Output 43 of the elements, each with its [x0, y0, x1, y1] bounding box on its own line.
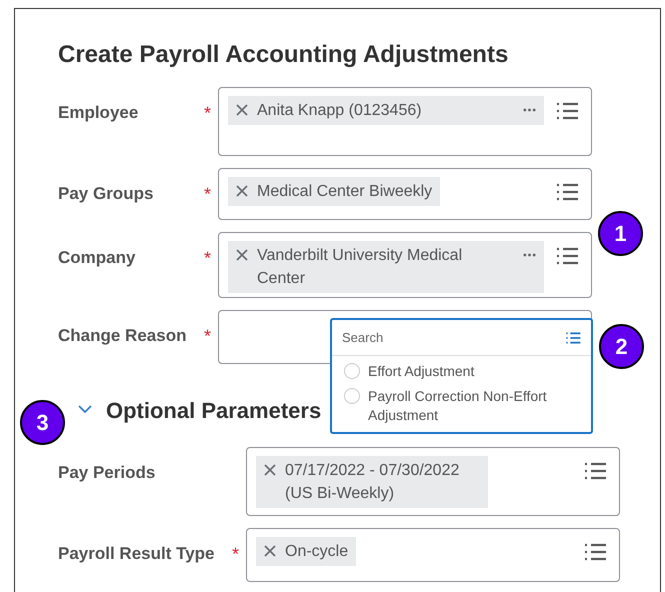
- chip-text: Vanderbilt University Medical Center: [257, 246, 464, 289]
- input-field[interactable]: Vanderbilt University Medical Center: [218, 232, 592, 298]
- field-label: Employee: [58, 102, 138, 124]
- radio-button[interactable]: [344, 388, 360, 404]
- chip-text: Anita Knapp (0123456): [257, 101, 423, 121]
- selected-value-chip[interactable]: Anita Knapp (0123456): [228, 96, 544, 125]
- radio-button[interactable]: [344, 363, 360, 379]
- input-field[interactable]: Medical Center Biweekly: [218, 168, 592, 220]
- selected-value-chip[interactable]: On-cycle: [256, 537, 356, 566]
- numbered-callout: 2: [599, 324, 644, 369]
- dropdown-option[interactable]: Effort Adjustment: [332, 356, 591, 381]
- numbered-callout: 3: [20, 400, 65, 445]
- chevron-icon[interactable]: [78, 405, 92, 415]
- list-icon[interactable]: [583, 542, 607, 562]
- field-label: Payroll Result Type: [58, 543, 215, 566]
- required-asterisk: *: [204, 324, 212, 348]
- selected-value-chip[interactable]: 07/17/2022 - 07/30/2022 (US Bi-Weekly): [256, 456, 488, 508]
- numbered-callout: 1: [598, 211, 643, 256]
- list-icon[interactable]: [555, 246, 579, 266]
- chip-text: Medical Center Biweekly: [257, 182, 432, 202]
- selected-value-chip[interactable]: Vanderbilt University Medical Center: [228, 241, 544, 293]
- dropdown-option[interactable]: Payroll Correction Non-Effort Adjustment: [332, 381, 591, 425]
- list-icon[interactable]: [555, 182, 579, 202]
- input-field[interactable]: Anita Knapp (0123456): [218, 87, 592, 156]
- chip-text: 07/17/2022 - 07/30/2022 (US Bi-Weekly): [285, 461, 460, 504]
- required-asterisk: *: [204, 246, 212, 270]
- field-label: Pay Groups: [58, 183, 154, 206]
- list-icon[interactable]: [555, 101, 579, 121]
- required-asterisk: *: [204, 182, 212, 206]
- input-field[interactable]: 07/17/2022 - 07/30/2022 (US Bi-Weekly): [246, 447, 620, 516]
- field-label: Change Reason: [58, 325, 186, 348]
- chip-text: On-cycle: [285, 542, 348, 562]
- field-label: Pay Periods: [58, 462, 156, 484]
- section-title: Optional Parameters: [106, 396, 322, 425]
- field-label: Company: [58, 247, 136, 270]
- required-asterisk: *: [232, 542, 240, 566]
- list-icon[interactable]: [583, 461, 607, 481]
- page-title: Create Payroll Accounting Adjustments: [58, 40, 510, 70]
- required-asterisk: *: [204, 102, 212, 124]
- input-field[interactable]: On-cycle: [246, 528, 620, 582]
- list-icon[interactable]: [565, 330, 581, 344]
- selected-value-chip[interactable]: Medical Center Biweekly: [228, 177, 440, 206]
- search-field[interactable]: Search: [342, 328, 565, 348]
